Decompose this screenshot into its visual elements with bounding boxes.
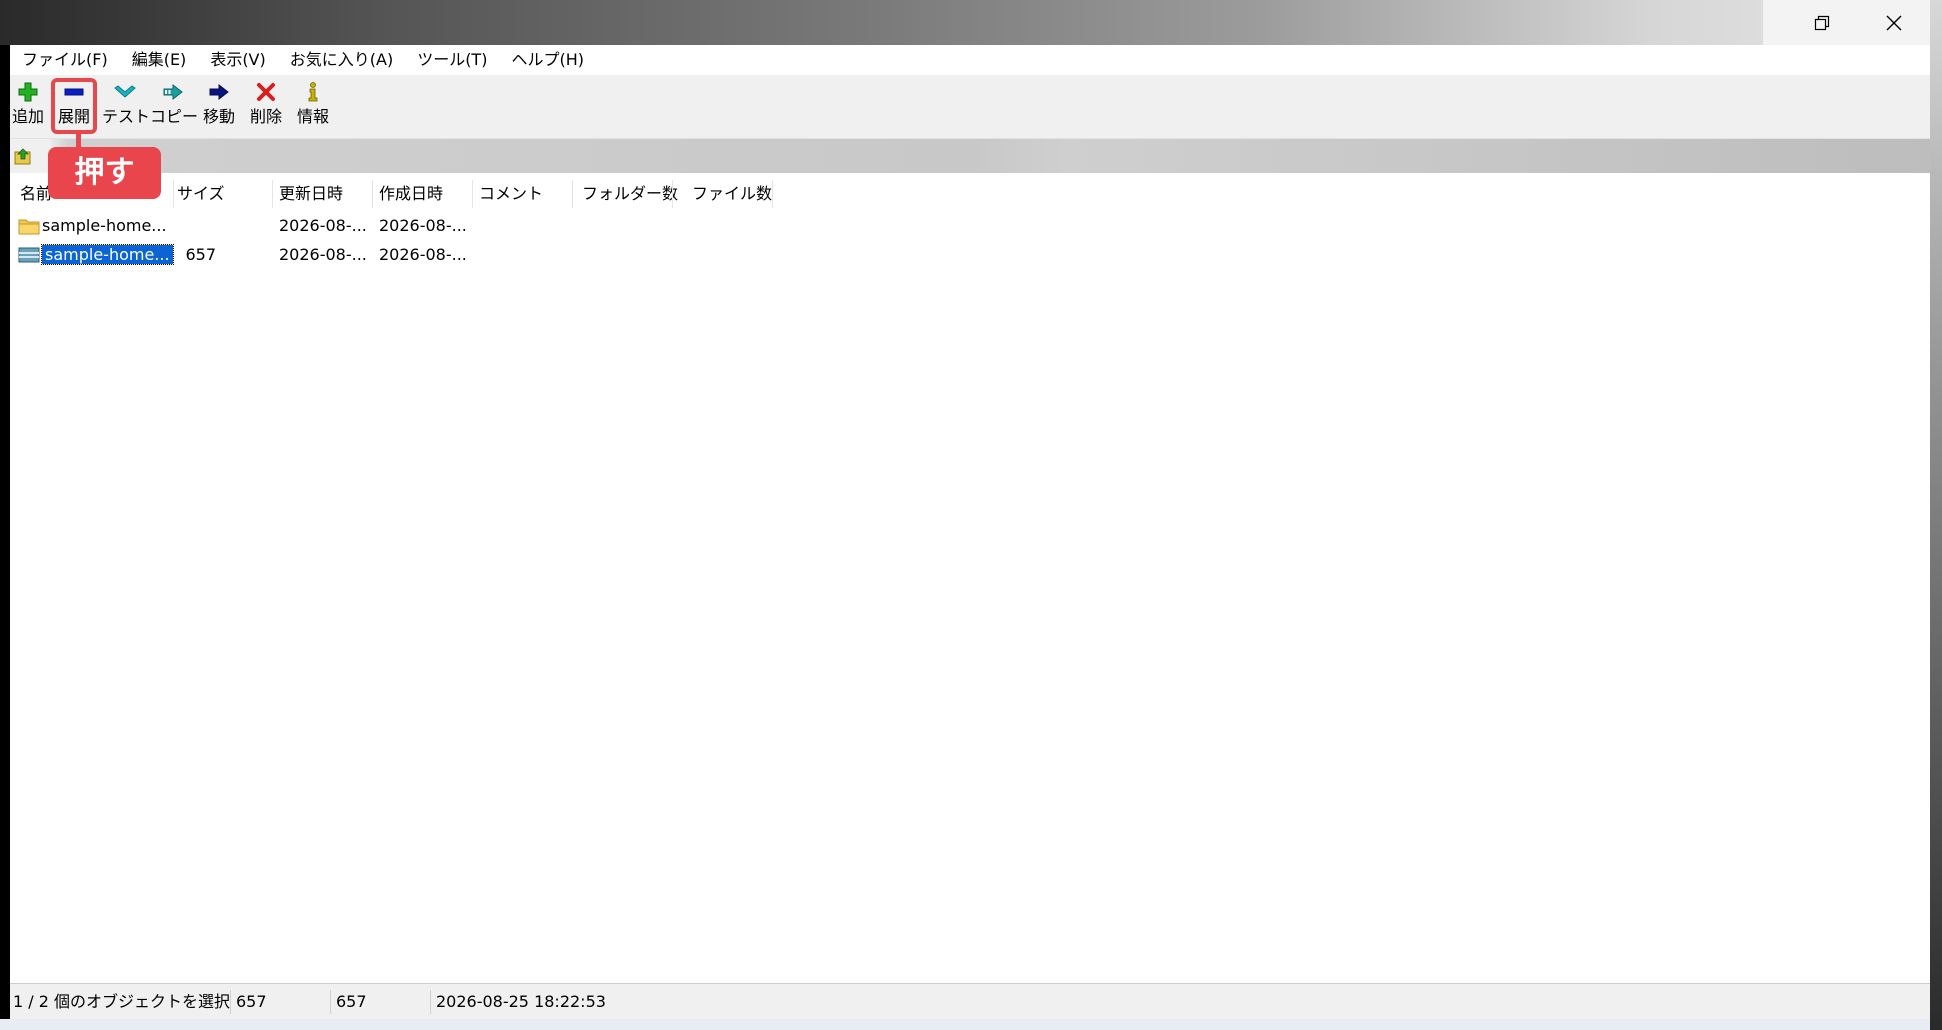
menu-bar: ファイル(F) 編集(E) 表示(V) お気に入り(A) ツール(T) ヘルプ(… xyxy=(10,45,1930,75)
menu-help[interactable]: ヘルプ(H) xyxy=(499,45,596,75)
menu-file[interactable]: ファイル(F) xyxy=(10,45,120,75)
menu-tools[interactable]: ツール(T) xyxy=(405,45,499,75)
file-list[interactable]: 名前 サイズ 更新日時 作成日時 コメント フォルダー数 ファイル数 sampl… xyxy=(10,173,1930,983)
menu-edit[interactable]: 編集(E) xyxy=(120,45,199,75)
info-label: 情報 xyxy=(296,107,329,126)
add-button[interactable]: 追加 xyxy=(5,81,51,129)
callout-label: 押す xyxy=(48,147,161,199)
move-button[interactable]: 移動 xyxy=(196,81,242,129)
status-bar: 1 / 2 個のオブジェクトを選択 657 657 2026-08-25 18:… xyxy=(10,983,1930,1020)
row-name: sample-home... xyxy=(42,216,167,235)
test-label: テスト xyxy=(102,107,151,126)
copy-button[interactable]: コピー xyxy=(150,81,199,129)
toolbar: 追加 展開 テスト コピー 移動 削除 情報 xyxy=(10,75,1930,139)
move-label: 移動 xyxy=(202,107,235,126)
address-bar[interactable] xyxy=(10,139,1930,173)
row-size: 657 xyxy=(185,245,216,264)
up-folder-icon[interactable] xyxy=(14,147,32,165)
column-file-count[interactable]: ファイル数 xyxy=(690,180,772,208)
window-controls xyxy=(1763,0,1930,45)
column-separator xyxy=(772,180,773,208)
column-created[interactable]: 作成日時 xyxy=(379,180,443,208)
status-datetime: 2026-08-25 18:22:53 xyxy=(436,992,606,1011)
list-row[interactable]: sample-home... 2026-08-... 2026-08-... xyxy=(14,214,1214,238)
restore-icon xyxy=(1814,15,1830,30)
status-size: 657 xyxy=(236,992,267,1011)
status-selection: 1 / 2 個のオブジェクトを選択 xyxy=(13,992,231,1011)
copy-arrow-icon xyxy=(163,83,183,101)
delete-label: 削除 xyxy=(249,107,282,126)
close-button[interactable] xyxy=(1858,0,1930,45)
taskbar-edge xyxy=(0,1019,1930,1030)
delete-x-icon xyxy=(257,83,275,101)
column-separator xyxy=(272,180,273,208)
menu-favorites[interactable]: お気に入り(A) xyxy=(278,45,405,75)
status-packed-size: 657 xyxy=(336,992,367,1011)
copy-label: コピー xyxy=(150,107,199,126)
status-separator xyxy=(430,990,431,1014)
column-separator xyxy=(372,180,373,208)
row-modified: 2026-08-... xyxy=(279,245,367,264)
column-separator xyxy=(173,180,174,208)
title-bar xyxy=(0,0,1942,45)
status-separator xyxy=(330,990,331,1014)
column-folder-count[interactable]: フォルダー数 xyxy=(582,180,678,208)
plus-icon xyxy=(18,82,38,102)
column-modified[interactable]: 更新日時 xyxy=(279,180,343,208)
row-created: 2026-08-... xyxy=(379,216,467,235)
row-modified: 2026-08-... xyxy=(279,216,367,235)
highlight-extract-box xyxy=(51,78,97,134)
delete-button[interactable]: 削除 xyxy=(243,81,289,129)
add-label: 追加 xyxy=(11,107,44,126)
archive-file-icon xyxy=(18,247,40,263)
selected-name: sample-home... xyxy=(41,244,174,265)
restore-button[interactable] xyxy=(1786,0,1858,45)
column-separator xyxy=(672,180,673,208)
column-comment[interactable]: コメント xyxy=(479,180,543,208)
close-icon xyxy=(1886,15,1902,30)
column-size[interactable]: サイズ xyxy=(177,180,225,208)
archive-manager-window: ファイル(F) 編集(E) 表示(V) お気に入り(A) ツール(T) ヘルプ(… xyxy=(10,45,1930,1030)
column-separator xyxy=(572,180,573,208)
row-name: sample-home... xyxy=(41,243,174,267)
info-button[interactable]: 情報 xyxy=(290,81,336,129)
column-separator xyxy=(472,180,473,208)
status-separator xyxy=(230,990,231,1014)
row-created: 2026-08-... xyxy=(379,245,467,264)
window-shadow-edge xyxy=(1930,0,1942,1030)
info-icon xyxy=(308,82,318,102)
check-icon xyxy=(114,85,136,98)
menu-view[interactable]: 表示(V) xyxy=(198,45,277,75)
list-row-selected[interactable]: sample-home... 657 2026-08-... 2026-08-.… xyxy=(14,243,1214,267)
test-button[interactable]: テスト xyxy=(102,81,151,129)
folder-icon xyxy=(18,219,40,235)
move-arrow-icon xyxy=(209,83,229,101)
